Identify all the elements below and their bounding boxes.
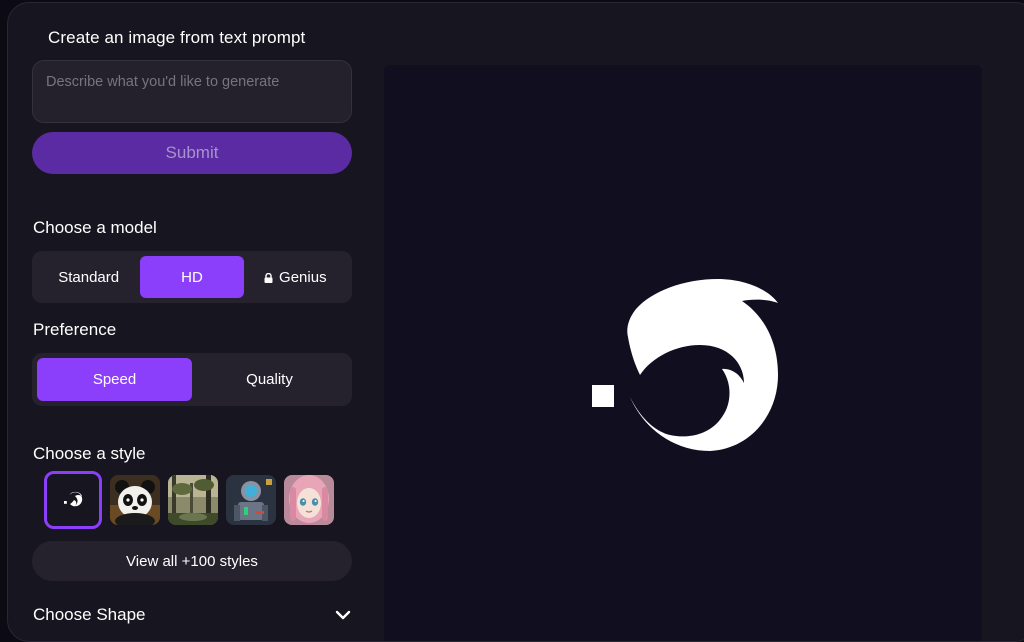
generator-sidebar: Create an image from text prompt Submit … — [8, 3, 380, 641]
model-option-hd[interactable]: HD — [140, 256, 244, 298]
dolphin-logo-icon — [592, 279, 782, 464]
prompt-input[interactable] — [32, 60, 352, 123]
form-title: Create an image from text prompt — [48, 28, 306, 47]
preference-option-label: Speed — [92, 371, 137, 388]
dolphin-logo-icon — [64, 491, 83, 507]
style-thumb-robot[interactable] — [226, 475, 276, 525]
model-option-genius[interactable]: Genius — [244, 256, 347, 298]
style-thumb-dolphin[interactable] — [44, 471, 102, 529]
model-option-label: HD — [181, 268, 203, 286]
style-thumb-panda[interactable] — [110, 475, 160, 525]
shape-label: Choose Shape — [33, 605, 146, 624]
model-option-standard[interactable]: Standard — [37, 256, 140, 298]
app-window: Create an image from text prompt Submit … — [7, 2, 1024, 642]
lock-icon — [264, 273, 273, 283]
style-label: Choose a style — [33, 444, 146, 463]
model-label: Choose a model — [33, 218, 157, 237]
model-option-label: Standard — [58, 268, 120, 286]
panda-image — [110, 475, 160, 525]
image-preview-panel — [384, 65, 982, 641]
model-selector: Standard HD Genius — [32, 251, 352, 303]
preference-label: Preference — [33, 320, 117, 339]
style-thumb-forest[interactable] — [168, 475, 218, 525]
anime-portrait-image — [284, 475, 334, 525]
robot-image — [226, 475, 276, 525]
choose-shape-header[interactable]: Choose Shape — [33, 603, 353, 627]
preference-option-quality[interactable]: Quality — [192, 358, 347, 401]
preference-option-label: Quality — [246, 371, 293, 388]
forest-image — [168, 475, 218, 525]
preference-option-speed[interactable]: Speed — [37, 358, 192, 401]
model-option-label: Genius — [279, 268, 327, 286]
chevron-down-icon[interactable] — [335, 610, 351, 620]
preference-selector: Speed Quality — [32, 353, 352, 406]
view-all-styles-button[interactable]: View all +100 styles — [32, 541, 352, 581]
style-thumb-anime[interactable] — [284, 475, 334, 525]
style-thumbnails — [44, 471, 334, 529]
submit-button[interactable]: Submit — [32, 132, 352, 174]
